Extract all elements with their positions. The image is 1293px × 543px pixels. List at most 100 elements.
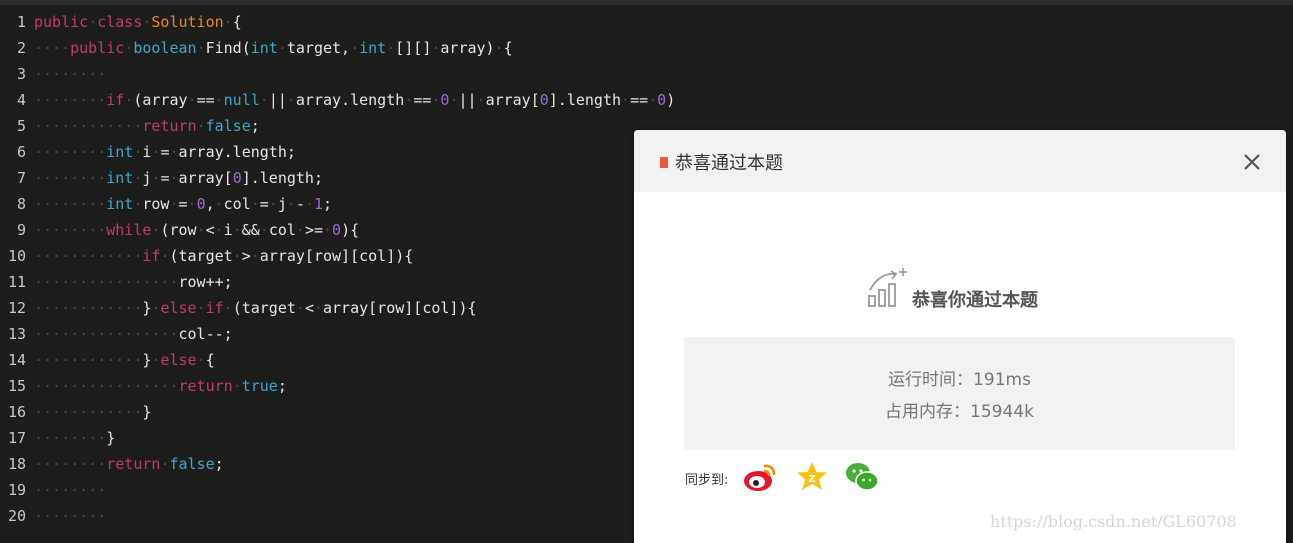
code-line: 2 ····public·boolean·Find(int·target,·int… (0, 35, 1293, 61)
code-token: return (106, 455, 161, 473)
code-text: ················return·true; (34, 373, 287, 399)
code-token: · (214, 195, 224, 213)
line-number: 15 (7, 377, 26, 395)
code-token: · (169, 143, 179, 161)
line-number: 10 (7, 247, 26, 265)
code-token: · (196, 351, 206, 369)
code-token: Find( (205, 39, 251, 57)
code-token: if (106, 91, 125, 109)
line-number: 3 (16, 65, 26, 83)
code-token: ········ (34, 507, 107, 525)
code-token: · (304, 195, 314, 213)
code-text: ············}·else·{ (34, 347, 215, 373)
code-token: ················ (34, 325, 179, 343)
code-text: ········if·(array·==·null·||·array.lengt… (34, 87, 675, 113)
code-text: ········int·row·=·0,·col·=·j·-·1; (34, 191, 332, 217)
code-token: , (205, 195, 215, 213)
code-token: array[row][col]){ (323, 299, 477, 317)
line-number: 8 (16, 195, 26, 213)
code-token: ········ (34, 65, 107, 83)
code-token: boolean (133, 39, 197, 57)
code-token: (array (133, 91, 188, 109)
code-token: · (286, 91, 296, 109)
code-token: · (196, 39, 206, 57)
line-number: 20 (7, 507, 26, 525)
code-line: 3 ········ (0, 61, 1293, 87)
code-token: 0 (232, 169, 242, 187)
code-line: 4 ········if·(array·==·null·||·array.leng… (0, 87, 1293, 113)
code-token: · (648, 91, 658, 109)
code-token: return (142, 117, 197, 135)
code-text: ········ (34, 477, 106, 503)
line-number: 16 (7, 403, 26, 421)
code-token: = (178, 195, 188, 213)
code-token: i (223, 221, 233, 239)
code-token: else (160, 351, 197, 369)
line-number: 5 (16, 117, 26, 135)
line-number: 9 (16, 221, 26, 239)
runtime-stat: 运行时间：191ms (888, 370, 1031, 390)
code-text: ········ (34, 503, 106, 529)
code-token: == (196, 91, 215, 109)
qzone-icon[interactable]: Z (794, 460, 830, 494)
code-text: ················row++; (34, 269, 233, 295)
code-token: array[ (485, 91, 540, 109)
code-token: · (223, 13, 233, 31)
line-number: 1 (16, 13, 26, 31)
code-token: · (169, 195, 179, 213)
line-number: 12 (7, 299, 26, 317)
code-token: · (232, 377, 242, 395)
code-token: ].length; (241, 169, 323, 187)
code-token: · (250, 247, 260, 265)
code-token: class (97, 13, 143, 31)
code-token: · (124, 91, 134, 109)
code-text: ········return·false; (34, 451, 224, 477)
code-token: · (350, 39, 360, 57)
code-token: col (268, 221, 296, 239)
memory-stat: 占用内存：15944k (885, 402, 1034, 422)
success-chart-icon (866, 266, 910, 310)
code-token: col (223, 195, 251, 213)
dialog-title: 恭喜通过本题 (675, 153, 783, 174)
code-token: public (34, 13, 89, 31)
code-token: while (106, 221, 152, 239)
code-text: ····public·boolean·Find(int·target,·int·… (34, 35, 513, 61)
code-token: if (142, 247, 161, 265)
code-token: ················ (34, 273, 179, 291)
code-token: · (232, 247, 242, 265)
code-token: false (205, 117, 251, 135)
code-token: < (304, 299, 314, 317)
code-token: false (169, 455, 215, 473)
code-token: · (259, 91, 269, 109)
code-token: 0 (196, 195, 206, 213)
code-token: · (214, 221, 224, 239)
code-token: · (223, 299, 233, 317)
code-token: · (386, 39, 396, 57)
code-token: == (630, 91, 649, 109)
close-icon[interactable] (1240, 150, 1264, 174)
line-number: 19 (7, 481, 26, 499)
wechat-icon[interactable] (844, 460, 880, 494)
code-text: ············if·(target·>·array[row][col]… (34, 243, 413, 269)
svg-text:Z: Z (808, 474, 815, 485)
code-token: · (187, 91, 197, 109)
code-token: int (106, 195, 134, 213)
success-dialog: 恭喜通过本题 恭喜你通过本题 运行时间：191ms 占用内存：15944k 同步… (634, 130, 1286, 543)
code-token: [][] (395, 39, 432, 57)
weibo-icon[interactable] (742, 460, 778, 494)
code-token: array[ (178, 169, 233, 187)
code-token: · (196, 221, 206, 239)
code-token: = (259, 195, 269, 213)
code-token: ; (323, 195, 333, 213)
success-text: 恭喜你通过本题 (912, 290, 1038, 311)
top-bar (0, 0, 1293, 5)
code-token: 0 (332, 221, 342, 239)
code-token: ············ (34, 403, 143, 421)
code-token: >= (304, 221, 323, 239)
code-token: || (268, 91, 287, 109)
code-token: ············ (34, 117, 143, 135)
code-token: ············ (34, 299, 143, 317)
code-token: < (205, 221, 215, 239)
code-token: ········ (34, 195, 107, 213)
code-token: } (142, 403, 152, 421)
